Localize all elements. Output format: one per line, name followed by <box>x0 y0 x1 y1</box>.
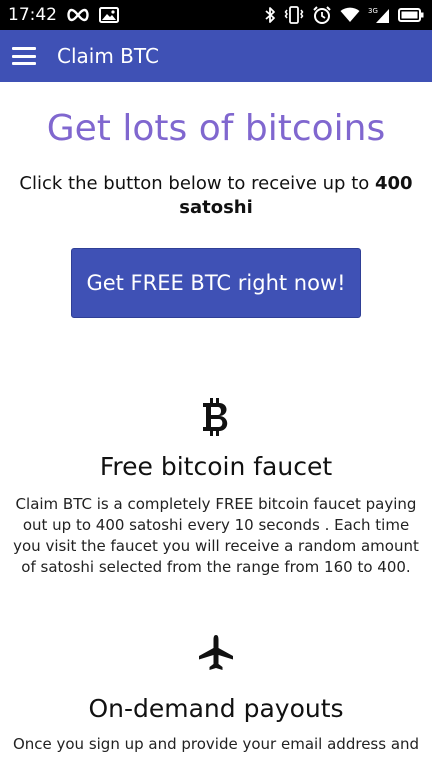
main-content: Get lots of bitcoins Click the button be… <box>0 82 432 755</box>
vibrate-icon <box>284 6 304 24</box>
battery-icon <box>398 8 424 22</box>
airplane-icon <box>0 634 432 672</box>
app-bar: Claim BTC <box>0 30 432 82</box>
intro-amount: 400 <box>374 173 413 194</box>
feature-title-payouts: On-demand payouts <box>88 694 344 723</box>
intro-unit: satoshi <box>179 197 253 218</box>
intro-text: Click the button below to receive up to … <box>16 172 416 220</box>
wifi-icon <box>340 7 360 23</box>
page-headline: Get lots of bitcoins <box>46 108 386 149</box>
infinity-icon <box>65 8 91 22</box>
alarm-icon <box>312 5 332 25</box>
bitcoin-icon <box>0 398 432 436</box>
status-right-icons: 3G <box>264 5 424 25</box>
feature-title-faucet: Free bitcoin faucet <box>99 452 333 481</box>
feature-body-faucet: Claim BTC is a completely FREE bitcoin f… <box>13 495 419 576</box>
feature-body-payouts: Once you sign up and provide your email … <box>12 735 420 753</box>
status-time: 17:42 <box>8 5 57 25</box>
app-title: Claim BTC <box>57 44 159 68</box>
status-bar: 17:42 3G <box>0 0 432 30</box>
signal-label: 3G <box>368 7 378 15</box>
hamburger-menu-icon[interactable] <box>12 47 36 65</box>
status-left-icons <box>65 7 119 23</box>
intro-text-lead: Click the button below to receive up to <box>19 173 375 194</box>
signal-icon: 3G <box>368 6 390 24</box>
bluetooth-icon <box>264 6 276 24</box>
image-icon <box>99 7 119 23</box>
get-free-btc-button[interactable]: Get FREE BTC right now! <box>71 248 361 318</box>
